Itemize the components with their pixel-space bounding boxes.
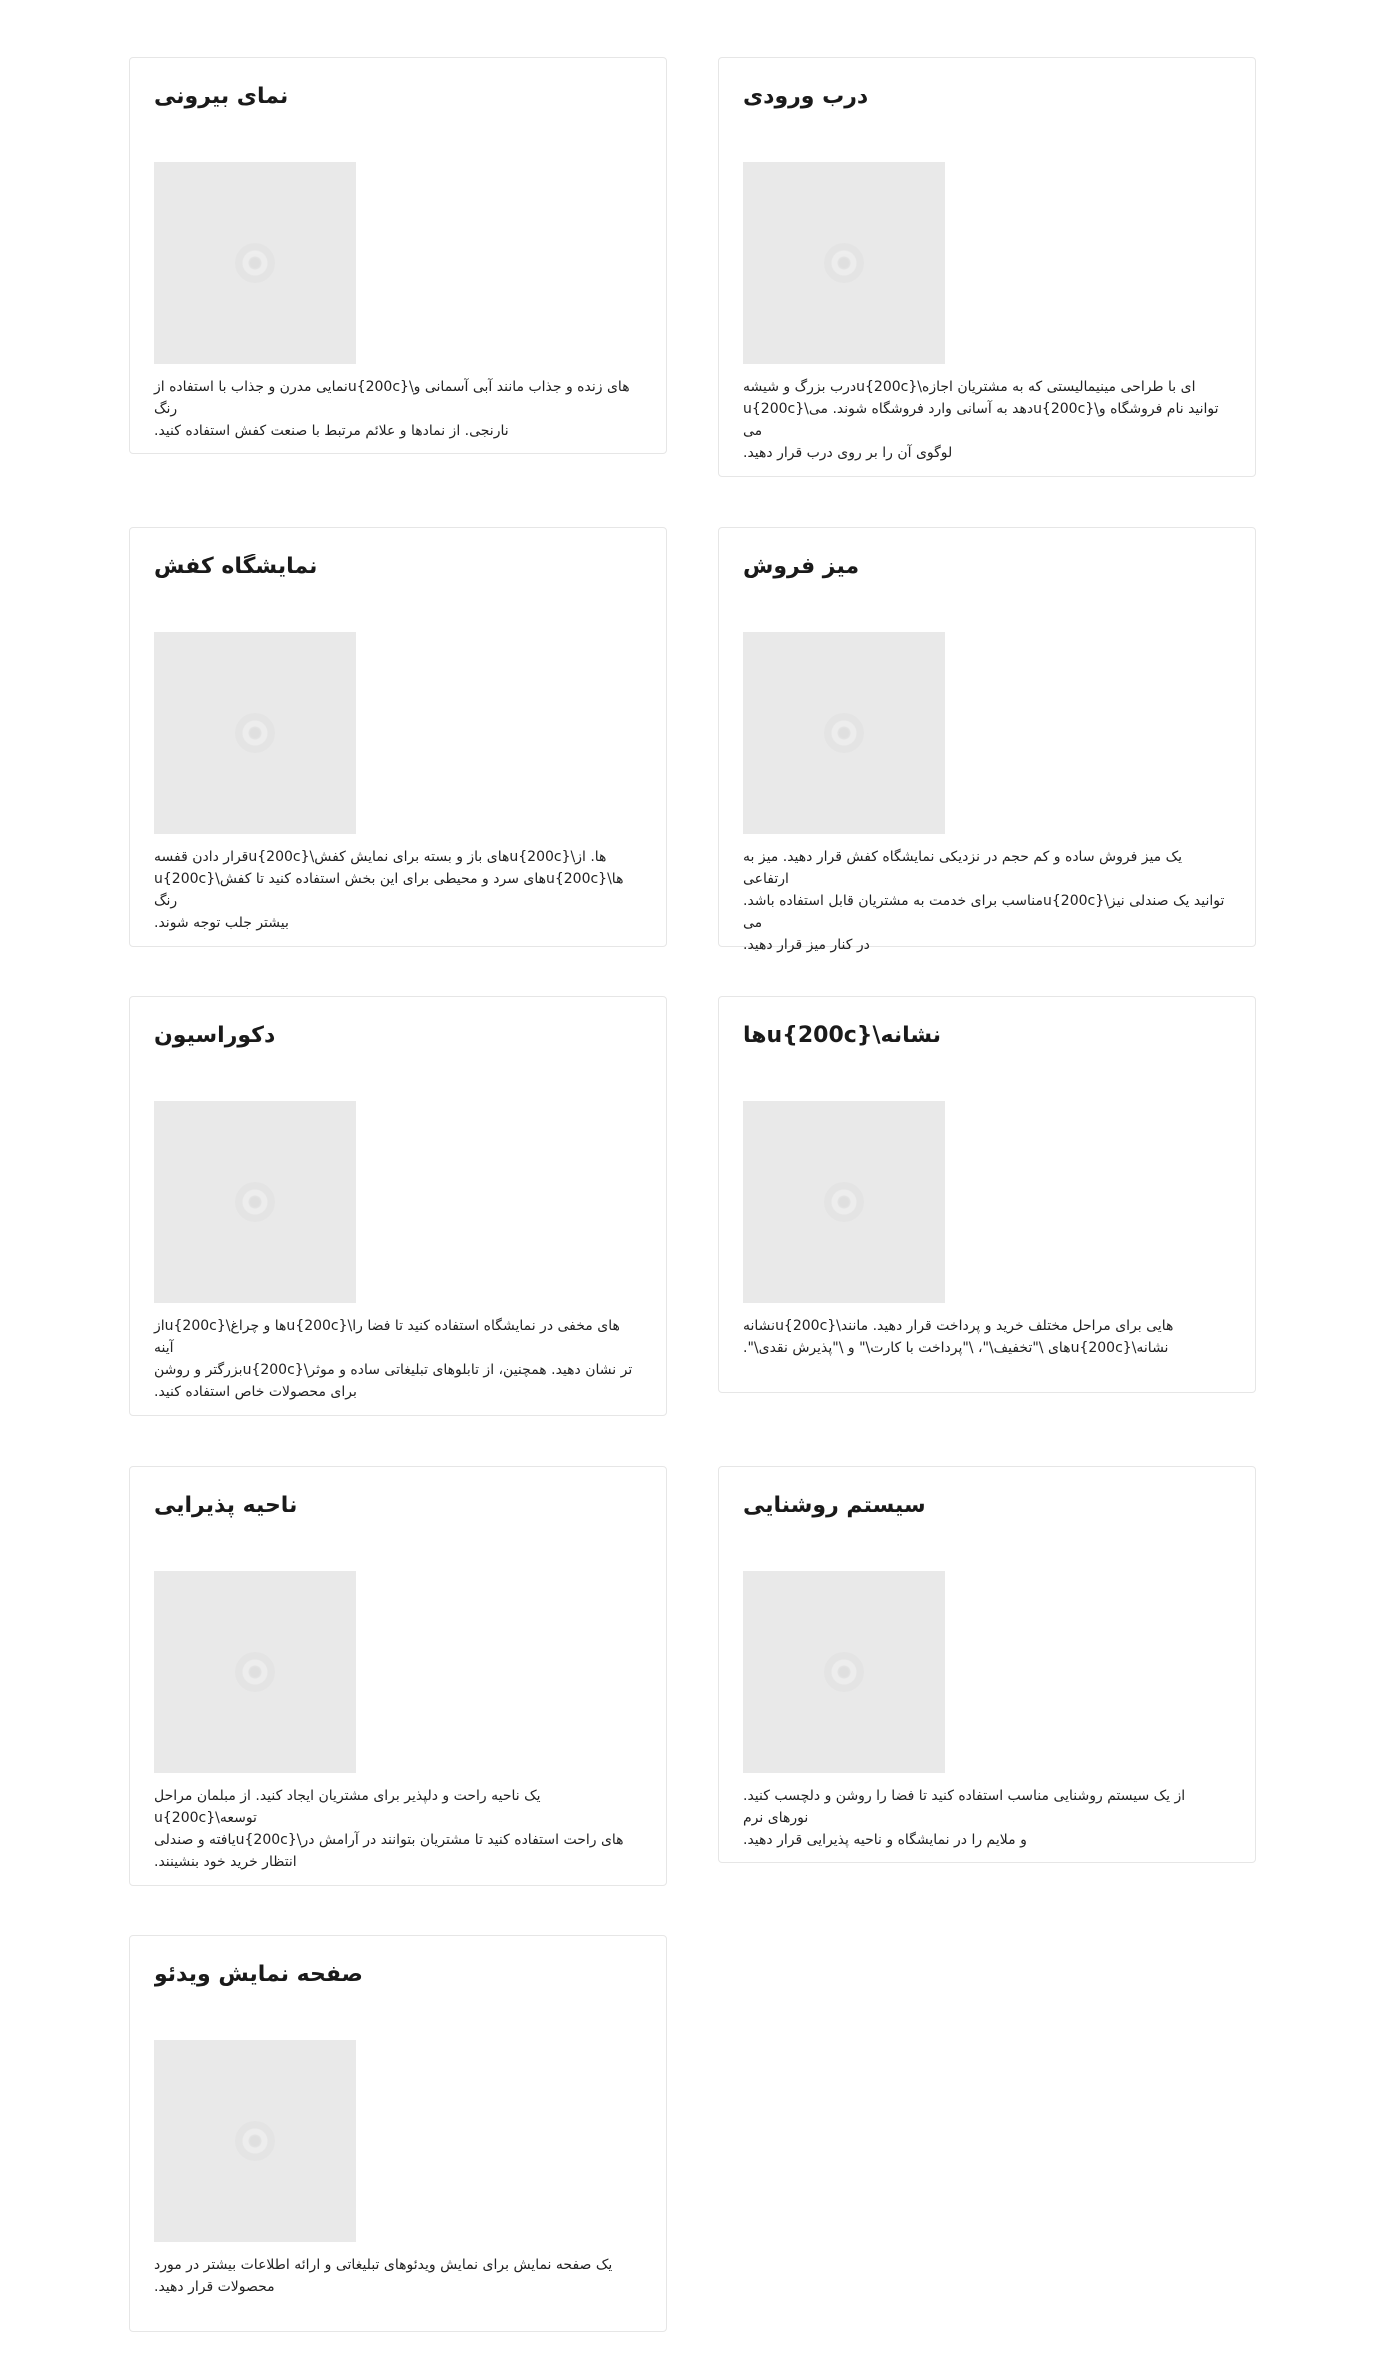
card-description: های مخفی در نمایشگاه استفاده کنید تا فضا… — [154, 1318, 633, 1400]
card-description: یک ناحیه راحت و دلپذیر برای مشتریان ایجا… — [154, 1788, 624, 1870]
card-lighting-system: سیستم روشنایی از یک سیستم روشنایی مناسب … — [718, 1466, 1256, 1863]
card-title: نمایشگاه کفش — [154, 554, 318, 579]
card-decoration: دکوراسیون های مخفی در نمایشگاه استفاده ک… — [129, 996, 667, 1416]
loading-icon — [824, 243, 864, 283]
card-shoe-showroom: نمایشگاه کفش ها. از\u{200c}های باز و بست… — [129, 527, 667, 947]
card-description: ها. از\u{200c}های باز و بسته برای نمایش … — [154, 849, 624, 931]
card-video-display: صفحه نمایش ویدئو یک صفحه نمایش برای نمای… — [129, 1935, 667, 2332]
loading-icon — [824, 713, 864, 753]
loading-icon — [235, 1182, 275, 1222]
card-description: هایی برای مراحل مختلف خرید و پرداخت قرار… — [743, 1318, 1174, 1356]
card-title: نشانه\u{200c}ها — [743, 1023, 942, 1048]
image-placeholder — [154, 2040, 356, 2242]
image-placeholder — [154, 1571, 356, 1773]
card-description: ای با طراحی مینیمالیستی که به مشتریان اج… — [743, 379, 1219, 461]
image-placeholder — [743, 162, 945, 364]
card-description: یک میز فروش ساده و کم حجم در نزدیکی نمای… — [743, 849, 1225, 953]
card-title: سیستم روشنایی — [743, 1493, 926, 1518]
image-placeholder — [743, 1571, 945, 1773]
card-description: های زنده و جذاب مانند آبی آسمانی و\u{200… — [154, 379, 630, 439]
loading-icon — [824, 1652, 864, 1692]
card-title: میز فروش — [743, 554, 860, 579]
card-title: ناحیه پذیرایی — [154, 1493, 298, 1518]
card-title: درب ورودی — [743, 84, 869, 109]
card-signs: نشانه\u{200c}ها هایی برای مراحل مختلف خر… — [718, 996, 1256, 1393]
image-placeholder — [154, 162, 356, 364]
card-title: صفحه نمایش ویدئو — [154, 1962, 363, 1987]
card-description: از یک سیستم روشنایی مناسب استفاده کنید ت… — [743, 1788, 1186, 1848]
loading-icon — [235, 713, 275, 753]
loading-icon — [235, 2121, 275, 2161]
image-placeholder — [743, 632, 945, 834]
card-exterior: نمای بیرونی های زنده و جذاب مانند آبی آس… — [129, 57, 667, 454]
loading-icon — [824, 1182, 864, 1222]
image-placeholder — [743, 1101, 945, 1303]
card-description: یک صفحه نمایش برای نمایش ویدئوهای تبلیغا… — [154, 2257, 613, 2295]
card-title: نمای بیرونی — [154, 84, 289, 109]
image-placeholder — [154, 1101, 356, 1303]
loading-icon — [235, 243, 275, 283]
card-title: دکوراسیون — [154, 1023, 276, 1048]
card-entrance-door: درب ورودی ای با طراحی مینیمالیستی که به … — [718, 57, 1256, 477]
loading-icon — [235, 1652, 275, 1692]
image-placeholder — [154, 632, 356, 834]
card-sales-desk: میز فروش یک میز فروش ساده و کم حجم در نز… — [718, 527, 1256, 953]
card-reception-area: ناحیه پذیرایی یک ناحیه راحت و دلپذیر برا… — [129, 1466, 667, 1886]
